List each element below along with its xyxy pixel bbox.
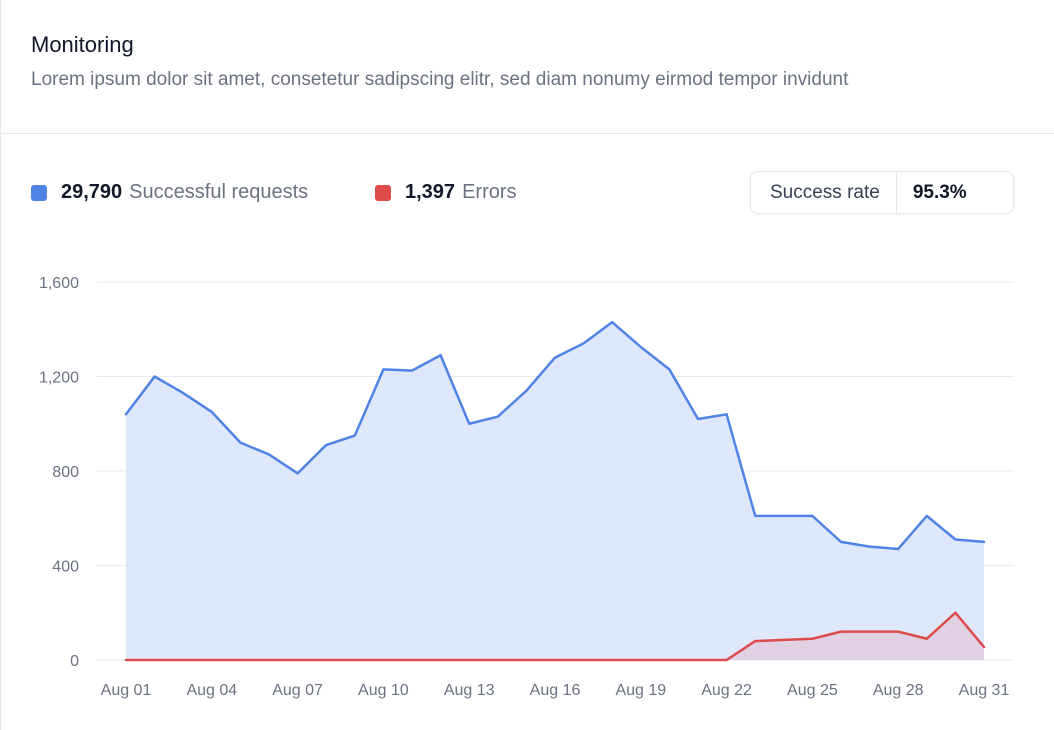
success-rate-badge: Success rate 95.3% <box>750 171 1014 214</box>
x-tick-label: Aug 04 <box>186 682 237 699</box>
legend-errors: 1,397 Errors <box>375 181 517 204</box>
successful-label: Successful requests <box>129 181 309 203</box>
x-tick-label: Aug 07 <box>272 682 323 699</box>
legend-successful: 29,790 Successful requests <box>31 181 308 204</box>
successful-count: 29,790 <box>61 181 123 203</box>
errors-swatch <box>375 184 391 201</box>
x-tick-label: Aug 25 <box>787 682 838 699</box>
y-tick-label: 1,600 <box>39 275 79 292</box>
successful-swatch <box>31 184 47 201</box>
x-tick-label: Aug 19 <box>615 682 666 699</box>
y-tick-label: 400 <box>52 559 79 576</box>
card-header: Monitoring Lorem ipsum dolor sit amet, c… <box>1 0 1054 134</box>
page-title: Monitoring <box>31 32 134 57</box>
x-tick-label: Aug 31 <box>959 682 1010 699</box>
success-rate-label: Success rate <box>751 172 897 213</box>
x-tick-label: Aug 28 <box>873 682 924 699</box>
x-tick-label: Aug 13 <box>444 682 495 699</box>
successful-area <box>126 322 984 660</box>
errors-label: Errors <box>462 181 517 203</box>
x-tick-label: Aug 16 <box>530 682 581 699</box>
y-tick-label: 800 <box>52 464 79 481</box>
x-tick-label: Aug 22 <box>701 682 752 699</box>
y-tick-label: 1,200 <box>39 370 79 387</box>
errors-count: 1,397 <box>405 181 456 203</box>
x-tick-label: Aug 10 <box>358 682 409 699</box>
monitoring-area-chart: 1,600 1,200 800 400 0 Aug 01 Aug 04 Aug 07 Aug 1… <box>39 275 1014 699</box>
x-tick-label: Aug 01 <box>101 682 152 699</box>
monitoring-card: Monitoring Lorem ipsum dolor sit amet, c… <box>0 0 1054 730</box>
page-subtitle: Lorem ipsum dolor sit amet, consetetur s… <box>31 69 849 90</box>
y-tick-label: 0 <box>70 653 79 670</box>
success-rate-value: 95.3% <box>912 181 967 203</box>
